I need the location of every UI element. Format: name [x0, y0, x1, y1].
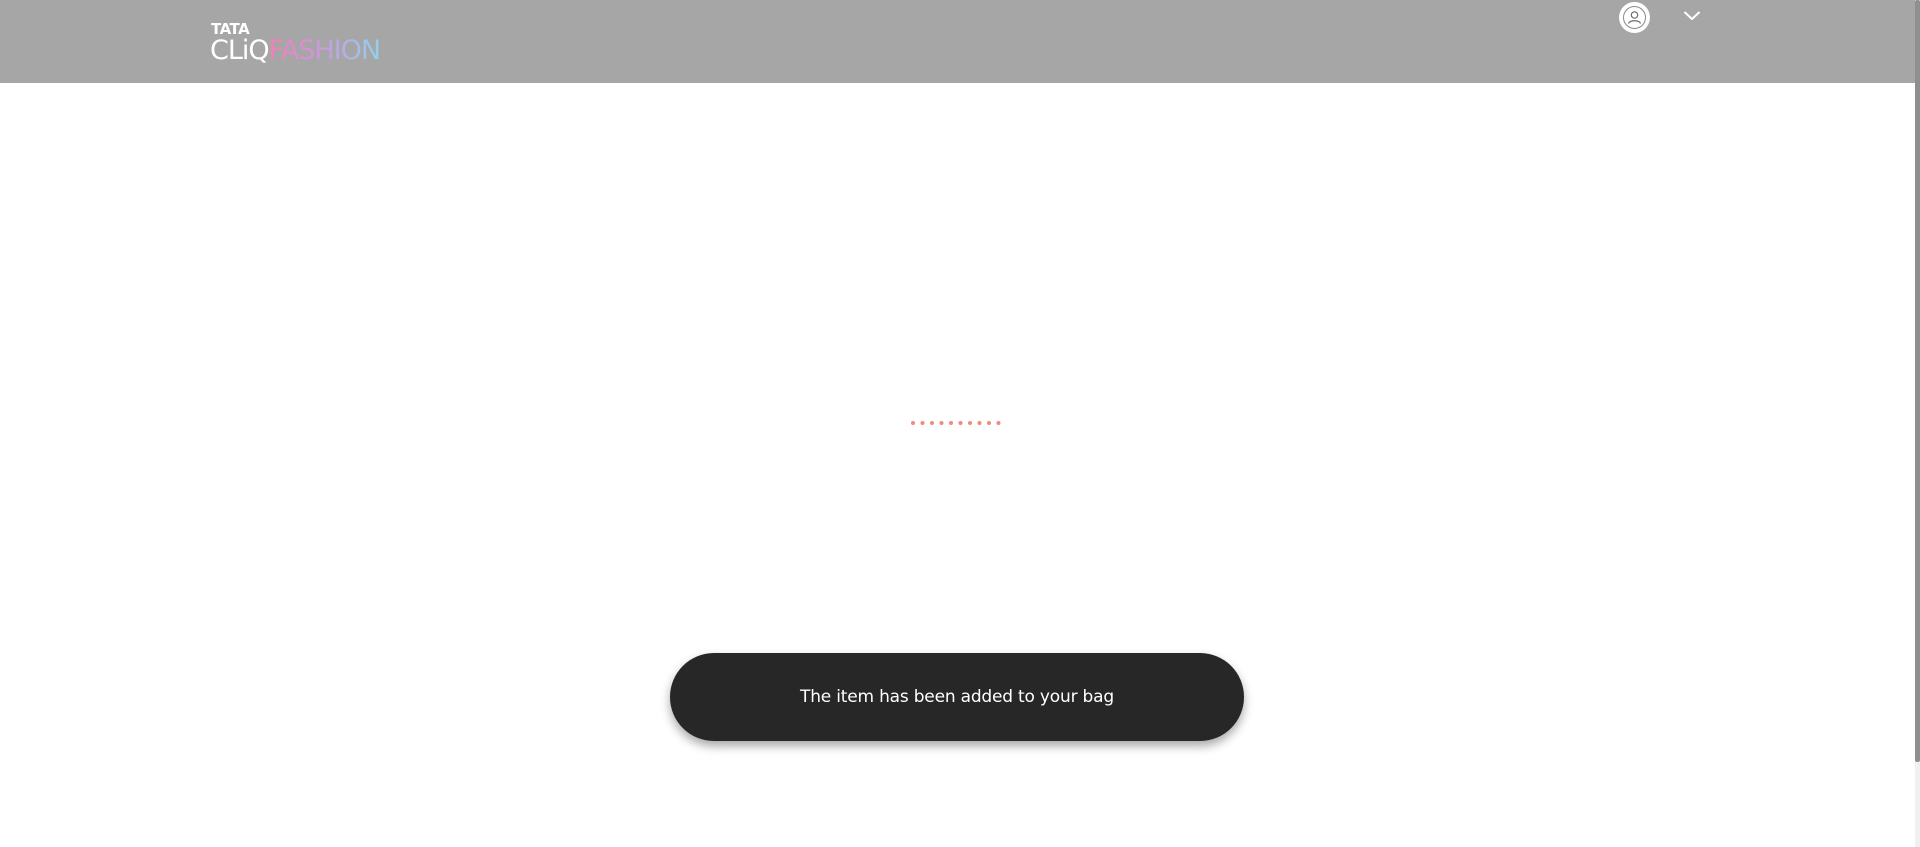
loader-dot — [930, 421, 934, 425]
loader-dot — [968, 421, 972, 425]
loader-dot — [958, 421, 963, 425]
loader-dot — [949, 421, 953, 425]
loader-dot — [911, 421, 915, 425]
user-icon — [1623, 6, 1646, 29]
page: TATA CLiQFASHION The item has been added… — [0, 0, 1920, 847]
chevron-down-icon[interactable] — [1683, 9, 1701, 23]
loader-dot — [920, 421, 925, 425]
loader-dot — [977, 421, 982, 425]
loader-dot — [996, 421, 1001, 425]
added-to-bag-toast: The item has been added to your bag — [670, 653, 1244, 741]
loader-dot — [987, 421, 991, 425]
logo-wordmark: CLiQFASHION — [210, 35, 381, 67]
user-account-icon[interactable] — [1619, 2, 1650, 33]
loader-dot — [939, 421, 944, 425]
scrollbar-thumb[interactable] — [1915, 0, 1920, 762]
logo-fashion-text: FASHION — [268, 35, 381, 66]
loading-dots-icon — [911, 421, 1001, 425]
site-header: TATA CLiQFASHION — [0, 0, 1915, 83]
logo-cliq-text: CLiQ — [210, 35, 270, 66]
tata-cliq-fashion-logo[interactable]: TATA CLiQFASHION — [210, 22, 400, 67]
toast-message: The item has been added to your bag — [800, 687, 1114, 707]
